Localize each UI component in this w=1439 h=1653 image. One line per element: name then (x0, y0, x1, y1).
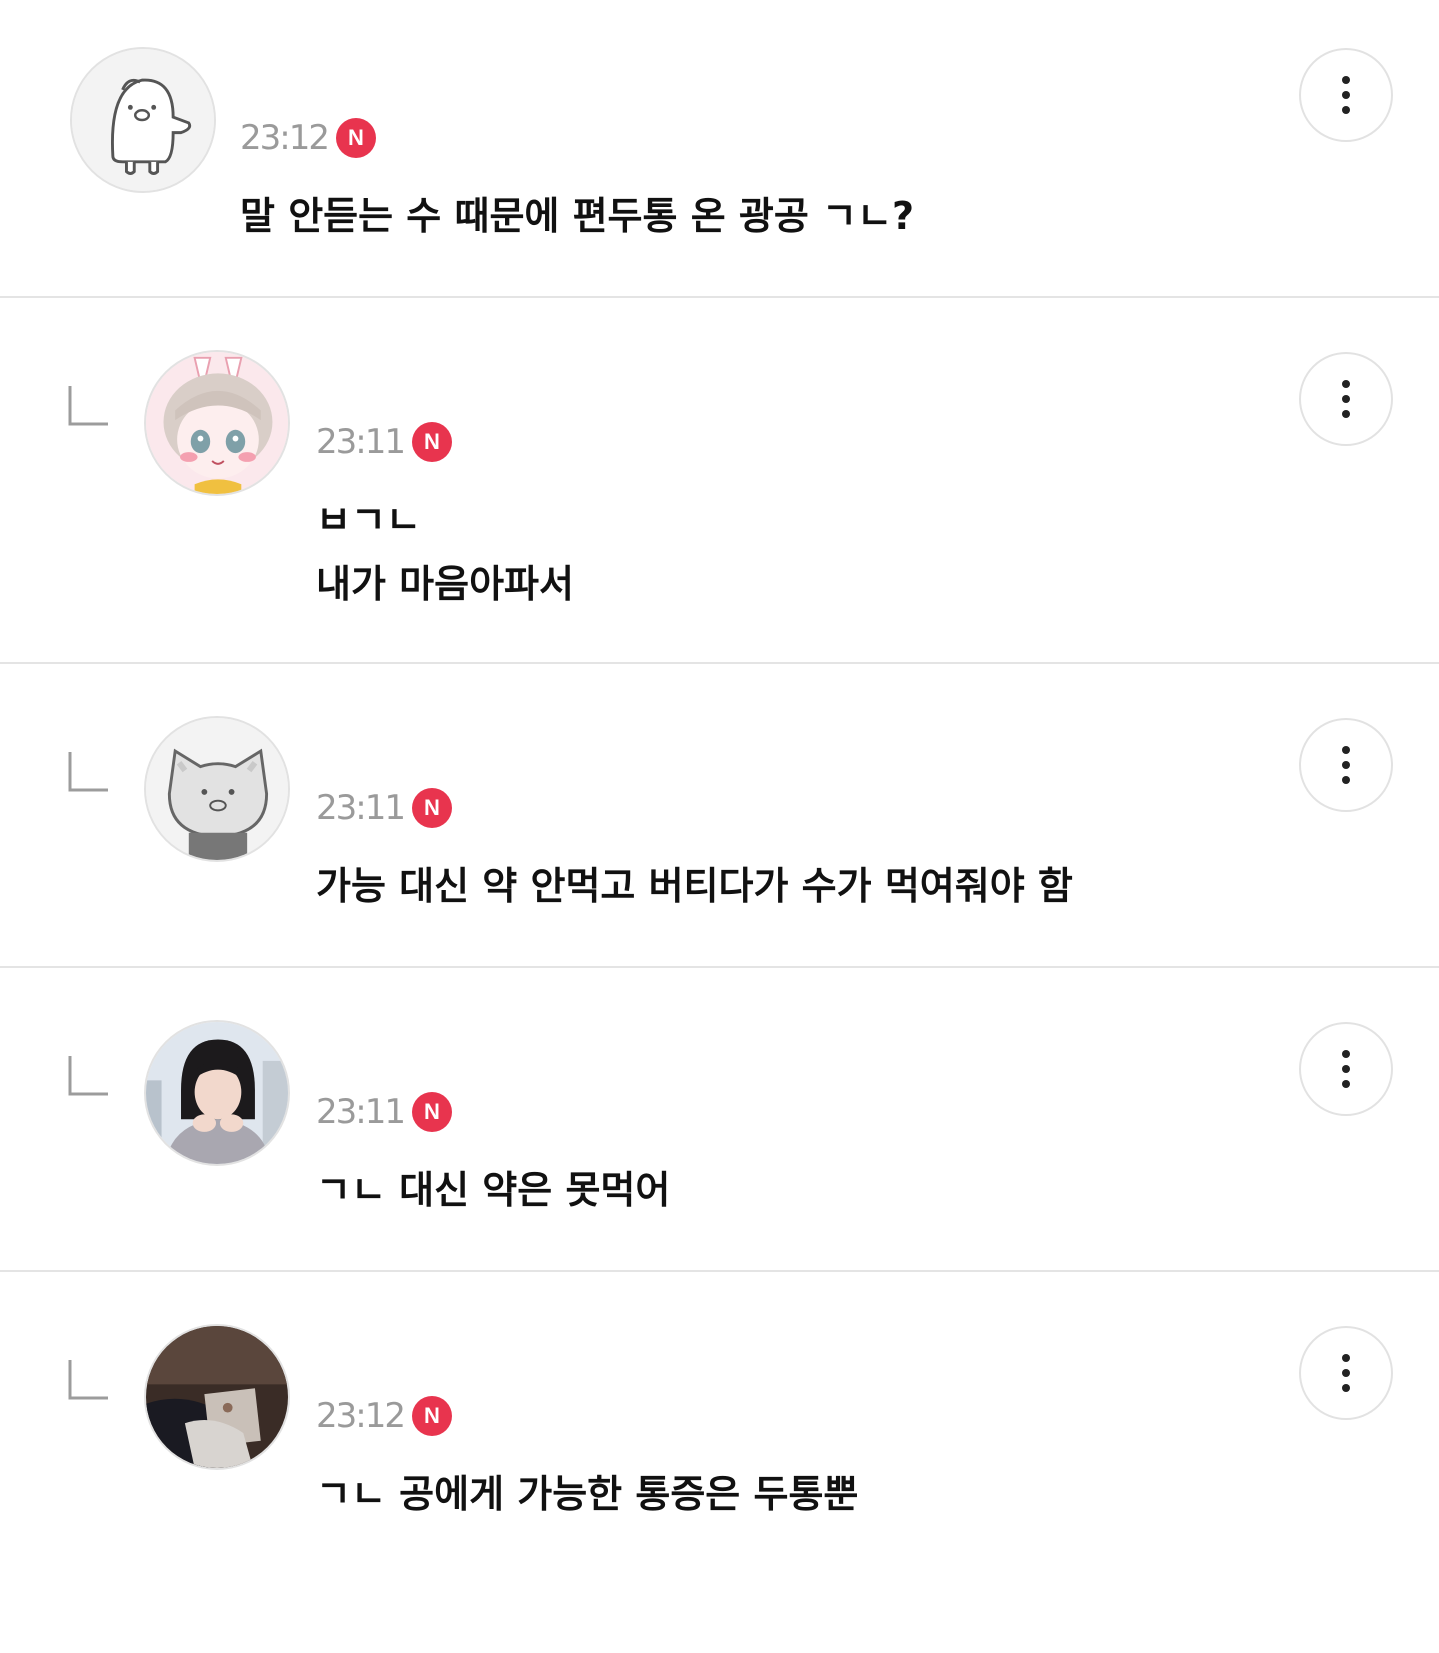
reply-item: 23:11 N ㄱㄴ 대신 약은 못먹어 (0, 968, 1439, 1270)
more-vertical-icon (1342, 746, 1350, 784)
comment-item: 23:12 N 말 안듣는 수 때문에 편두통 온 광공 ㄱㄴ? (0, 0, 1439, 297)
penguin-icon (72, 49, 214, 191)
new-badge: N (335, 118, 376, 158)
more-vertical-icon (1342, 1050, 1350, 1088)
comment-meta: 23:11 N (316, 422, 452, 462)
timestamp: 23:11 (316, 1092, 406, 1132)
comment-meta: 23:11 N (316, 1092, 452, 1132)
new-badge: N (411, 788, 452, 828)
reply-arrow-icon (68, 752, 110, 794)
reply-arrow-icon (68, 386, 110, 428)
timestamp: 23:12 (316, 1396, 406, 1436)
reply-item: 23:12 N ㄱㄴ 공에게 가능한 통증은 두통뿐 (0, 1272, 1439, 1653)
avatar[interactable] (144, 350, 290, 496)
comment-text-line: 내가 마음아파서 (316, 562, 574, 606)
reply-item: 23:11 N ㅂㄱㄴ 내가 마음아파서 (0, 298, 1439, 662)
dark-photo-icon (146, 1326, 288, 1468)
avatar[interactable] (144, 1020, 290, 1166)
comment-text: ㄱㄴ 공에게 가능한 통증은 두통뿐 (316, 1472, 859, 1516)
comment-meta: 23:12 N (316, 1396, 452, 1436)
comment-text: ㄱㄴ 대신 약은 못먹어 (316, 1168, 671, 1212)
reply-arrow-icon (68, 1056, 110, 1098)
new-badge: N (411, 1092, 452, 1132)
avatar[interactable] (144, 716, 290, 862)
reply-arrow-icon (68, 1360, 110, 1402)
more-options-button[interactable] (1299, 48, 1393, 142)
more-options-button[interactable] (1299, 352, 1393, 446)
comment-text: 말 안듣는 수 때문에 편두통 온 광공 ㄱㄴ? (240, 194, 915, 238)
timestamp: 23:11 (316, 788, 406, 828)
more-options-button[interactable] (1299, 1022, 1393, 1116)
comment-text-line: ㅂㄱㄴ (316, 498, 421, 542)
timestamp: 23:12 (240, 118, 330, 158)
cat-icon (146, 718, 288, 860)
new-badge: N (411, 1396, 452, 1436)
more-vertical-icon (1342, 76, 1350, 114)
comment-text: 가능 대신 약 안먹고 버티다가 수가 먹여줘야 함 (316, 864, 1073, 908)
new-badge: N (411, 422, 452, 462)
more-options-button[interactable] (1299, 1326, 1393, 1420)
woman-photo-icon (146, 1022, 288, 1164)
timestamp: 23:11 (316, 422, 406, 462)
more-vertical-icon (1342, 380, 1350, 418)
avatar[interactable] (70, 47, 216, 193)
bunny-girl-icon (146, 352, 288, 494)
more-vertical-icon (1342, 1354, 1350, 1392)
avatar[interactable] (144, 1324, 290, 1470)
reply-item: 23:11 N 가능 대신 약 안먹고 버티다가 수가 먹여줘야 함 (0, 664, 1439, 966)
more-options-button[interactable] (1299, 718, 1393, 812)
comment-meta: 23:12 N (240, 118, 376, 158)
comment-meta: 23:11 N (316, 788, 452, 828)
